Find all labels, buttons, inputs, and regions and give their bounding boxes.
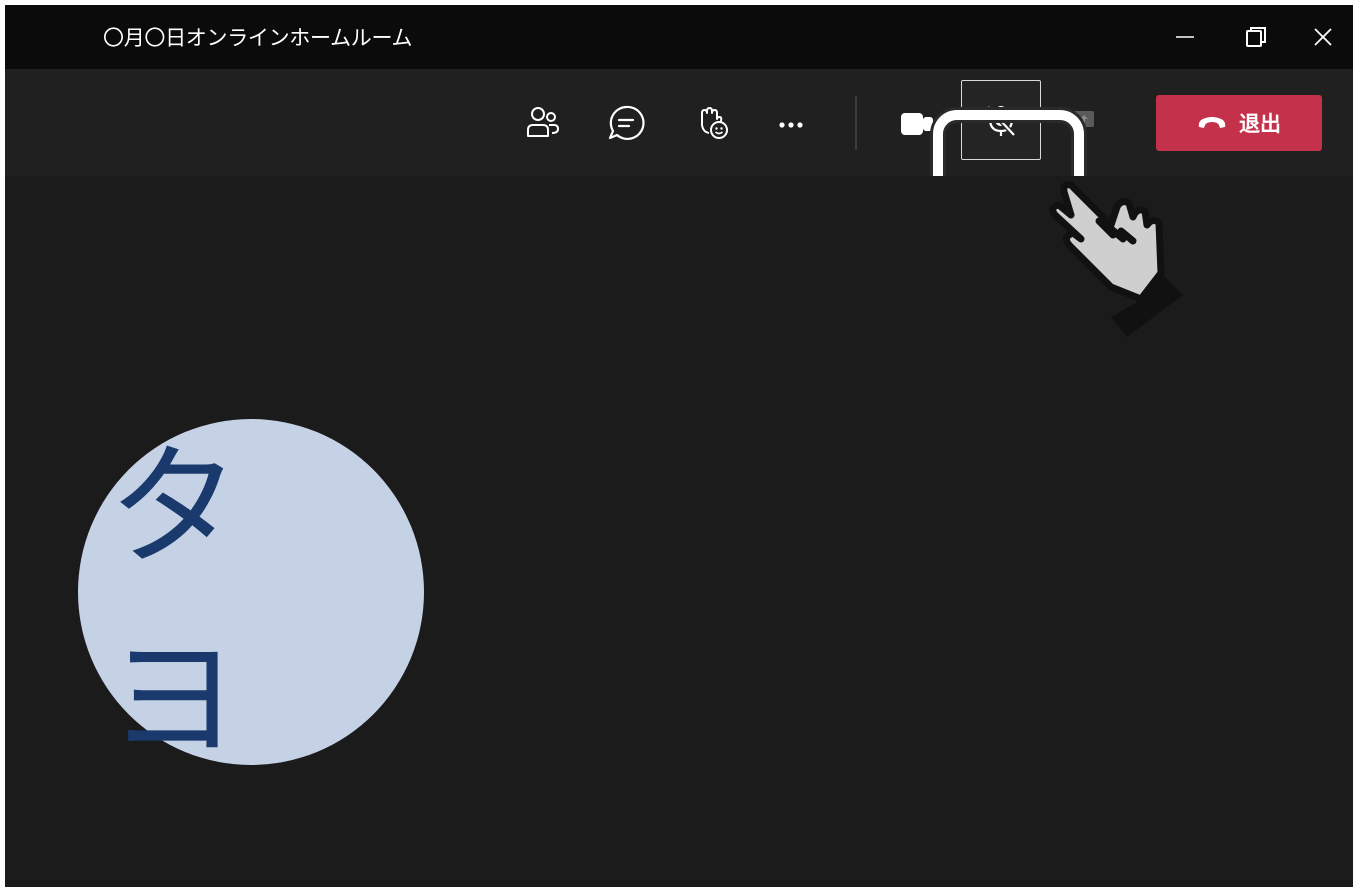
- close-button[interactable]: [1305, 19, 1341, 55]
- window-title: 〇月〇日オンラインホームルーム: [103, 26, 413, 50]
- camera-button[interactable]: [889, 99, 937, 147]
- people-icon: [527, 107, 560, 137]
- more-icon: [779, 122, 803, 128]
- chat-button[interactable]: [602, 99, 650, 147]
- minimize-button[interactable]: [1167, 19, 1203, 55]
- more-options-button[interactable]: [767, 99, 815, 147]
- camera-icon: [901, 113, 933, 135]
- raise-hand-icon: [701, 107, 728, 139]
- leave-label: 退出: [1239, 112, 1281, 136]
- avatar-initials: タ ヨ: [108, 431, 280, 776]
- pointing-hand-icon: [1049, 181, 1183, 337]
- toolbar-divider: [855, 96, 857, 150]
- title-bar: 〇月〇日オンラインホームルーム: [5, 5, 1353, 69]
- chat-icon: [608, 105, 645, 140]
- meeting-window: 〇月〇日オンラインホームルーム 退出 タ ヨ: [5, 5, 1353, 887]
- close-icon: [1314, 28, 1332, 46]
- minimize-icon: [1176, 36, 1194, 38]
- participant-avatar: タ ヨ: [78, 419, 424, 776]
- reactions-button[interactable]: [689, 99, 737, 147]
- restore-icon: [1246, 27, 1266, 47]
- participants-button[interactable]: [519, 99, 567, 147]
- leave-button[interactable]: 退出: [1156, 95, 1322, 151]
- hang-up-icon: [1198, 117, 1226, 128]
- meeting-toolbar: 退出: [5, 69, 1353, 293]
- restore-button[interactable]: [1238, 19, 1274, 55]
